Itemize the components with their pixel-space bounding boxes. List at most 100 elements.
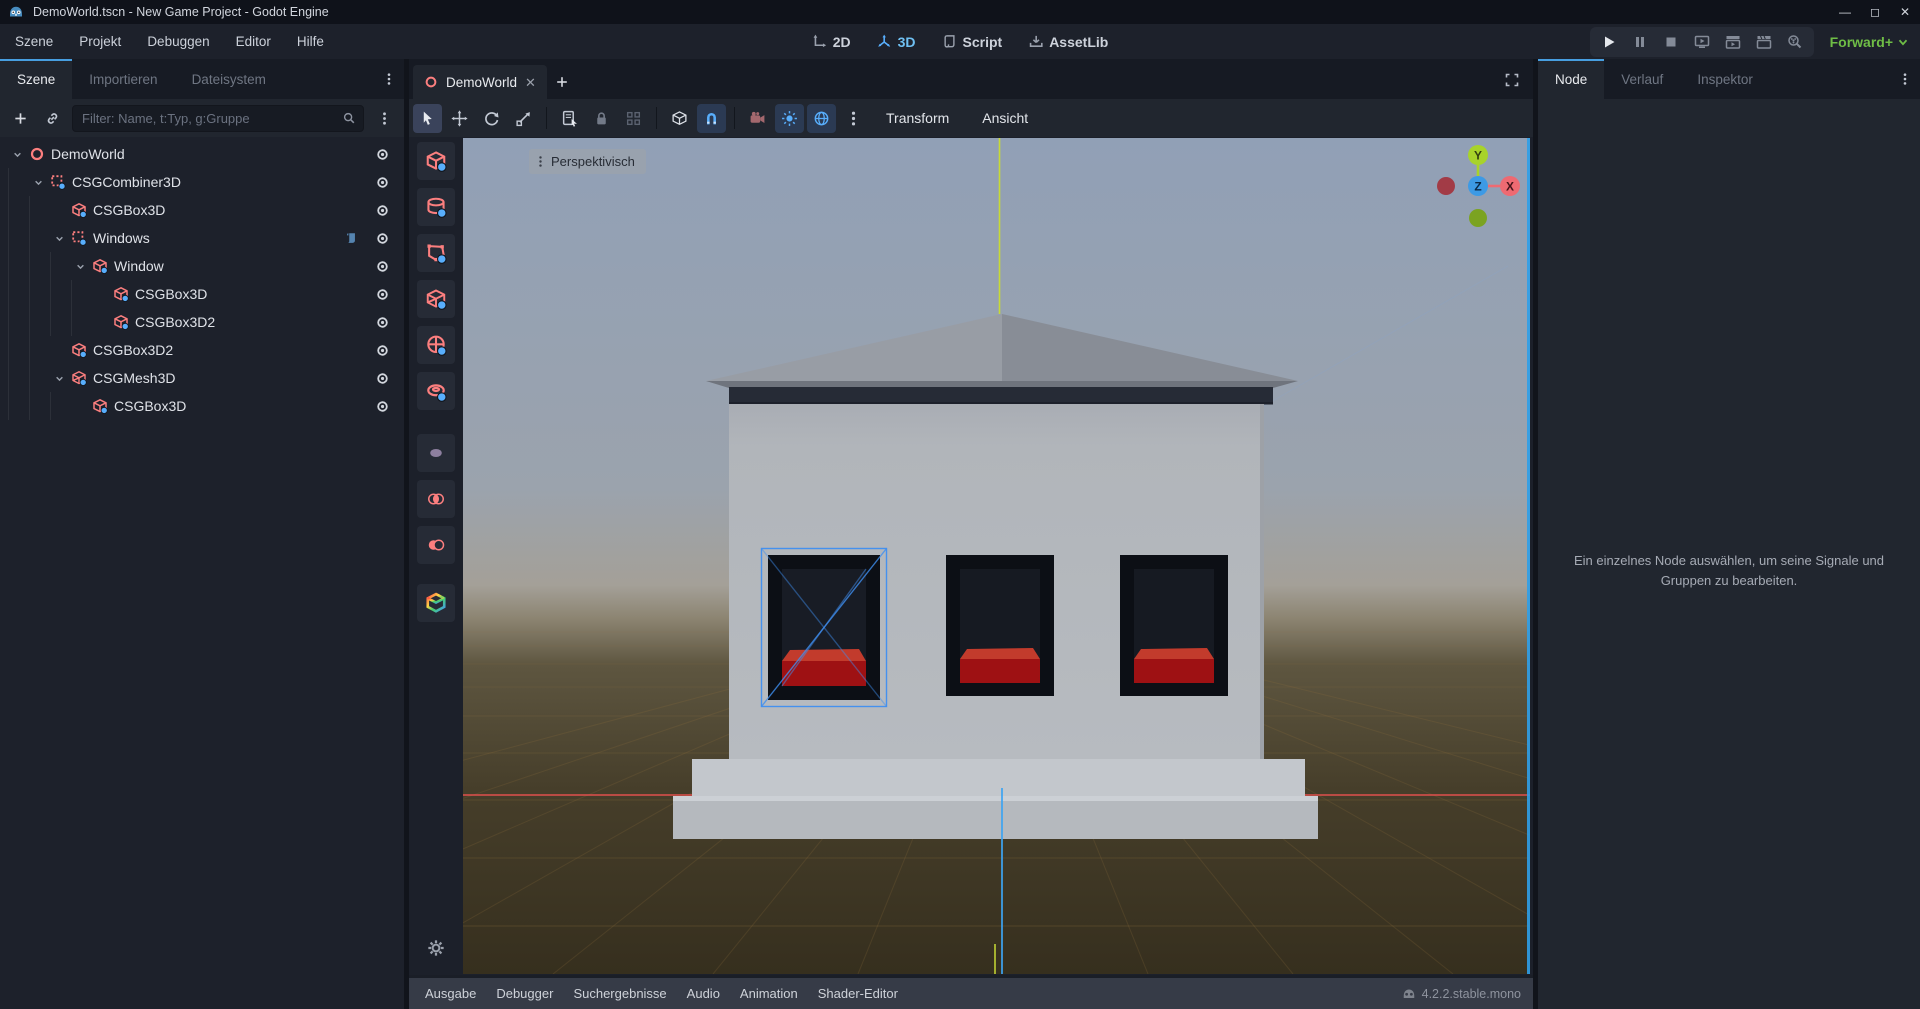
bottom-tab-debugger[interactable]: Debugger <box>486 986 563 1001</box>
filter-nodes-input[interactable] <box>80 110 336 127</box>
select-tool-button[interactable] <box>413 104 442 133</box>
tree-row-windows[interactable]: Windows <box>0 224 404 252</box>
workspace-tab-3d[interactable]: 3D <box>871 34 922 50</box>
viewport-menu-transform[interactable]: Transform <box>871 110 964 126</box>
csg-mesh-button[interactable] <box>417 280 455 318</box>
add-node-button[interactable] <box>8 106 32 130</box>
visibility-toggle[interactable] <box>372 256 392 276</box>
menu-projekt[interactable]: Projekt <box>66 34 134 49</box>
csg-polygon-button[interactable] <box>417 234 455 272</box>
scene-tab-demoworld[interactable]: DemoWorld ✕ <box>413 65 547 99</box>
new-scene-tab-button[interactable] <box>547 65 577 99</box>
tree-node-label: Window <box>114 258 164 274</box>
dock-tab-dateisystem[interactable]: Dateisystem <box>175 59 283 99</box>
tree-row-csgbox3d[interactable]: CSGBox3D <box>0 392 404 420</box>
visibility-toggle[interactable] <box>372 368 392 388</box>
expand-viewport-button[interactable] <box>1495 63 1529 97</box>
tree-node-label: CSGCombiner3D <box>72 174 181 190</box>
menu-debuggen[interactable]: Debuggen <box>134 34 222 49</box>
csg-cylinder-button[interactable] <box>417 188 455 226</box>
workspace-tab-2d[interactable]: 2D <box>806 34 857 50</box>
collapse-arrow-icon[interactable] <box>50 229 68 247</box>
visibility-toggle[interactable] <box>372 228 392 248</box>
settings-gear-button[interactable] <box>423 935 449 961</box>
play-scene-button[interactable] <box>1719 29 1747 55</box>
maximize-button[interactable]: ◻ <box>1860 0 1890 24</box>
collapse-arrow-icon[interactable] <box>50 369 68 387</box>
snap-toggle-button[interactable] <box>697 104 726 133</box>
csg-sphere-button[interactable] <box>417 326 455 364</box>
bottom-tab-suchergebnisse[interactable]: Suchergebnisse <box>563 986 676 1001</box>
menu-editor[interactable]: Editor <box>223 34 284 49</box>
group-tool-button[interactable] <box>619 104 648 133</box>
movie-maker-button[interactable] <box>1781 29 1809 55</box>
view-perspective-menu[interactable]: Perspektivisch <box>529 149 646 174</box>
tree-row-csgbox3d[interactable]: CSGBox3D <box>0 280 404 308</box>
dock-tab-node[interactable]: Node <box>1538 59 1604 99</box>
tree-row-demoworld[interactable]: DemoWorld <box>0 140 404 168</box>
scene-tree-menu-icon[interactable] <box>372 106 396 130</box>
collapse-arrow-icon[interactable] <box>8 145 26 163</box>
dock-tab-verlauf[interactable]: Verlauf <box>1604 59 1680 99</box>
list-select-tool-button[interactable] <box>555 104 584 133</box>
rotate-tool-button[interactable] <box>477 104 506 133</box>
tree-row-csgbox3d2[interactable]: CSGBox3D2 <box>0 308 404 336</box>
workspace-tab-script[interactable]: Script <box>936 34 1009 50</box>
collapse-arrow-icon[interactable] <box>71 257 89 275</box>
instance-scene-button[interactable] <box>40 106 64 130</box>
menu-szene[interactable]: Szene <box>2 34 66 49</box>
collapse-arrow-icon[interactable] <box>29 173 47 191</box>
tree-row-csgbox3d2[interactable]: CSGBox3D2 <box>0 336 404 364</box>
tree-row-csgbox3d[interactable]: CSGBox3D <box>0 196 404 224</box>
viewport-3d[interactable]: Y Z X Perspektivisch <box>463 138 1530 974</box>
minimize-button[interactable]: — <box>1830 0 1860 24</box>
close-icon[interactable]: ✕ <box>525 76 536 89</box>
viewport-menu-ansicht[interactable]: Ansicht <box>967 110 1043 126</box>
environment-toggle-button[interactable] <box>807 104 836 133</box>
play-custom-scene-button[interactable] <box>1750 29 1778 55</box>
bottom-tab-shader-editor[interactable]: Shader-Editor <box>808 986 908 1001</box>
menu-hilfe[interactable]: Hilfe <box>284 34 337 49</box>
rainbow-box-button[interactable] <box>417 584 455 622</box>
visibility-toggle[interactable] <box>372 396 392 416</box>
bottom-tab-ausgabe[interactable]: Ausgabe <box>415 986 486 1001</box>
tree-node-label: CSGBox3D <box>135 286 207 302</box>
visibility-toggle[interactable] <box>372 340 392 360</box>
tree-row-csgcombiner3d[interactable]: CSGCombiner3D <box>0 168 404 196</box>
script-attached-icon[interactable] <box>342 229 360 247</box>
op-intersect-button[interactable] <box>417 480 455 518</box>
visibility-toggle[interactable] <box>372 284 392 304</box>
pause-button[interactable] <box>1626 29 1654 55</box>
dock-tab-importieren[interactable]: Importieren <box>72 59 174 99</box>
extra-options-button[interactable] <box>839 104 868 133</box>
tree-row-window[interactable]: Window <box>0 252 404 280</box>
op-subtract-button[interactable] <box>417 526 455 564</box>
stop-button[interactable] <box>1657 29 1685 55</box>
visibility-toggle[interactable] <box>372 172 392 192</box>
play-button[interactable] <box>1595 29 1623 55</box>
op-union-button[interactable] <box>417 434 455 472</box>
bottom-tab-animation[interactable]: Animation <box>730 986 808 1001</box>
dock-menu-icon[interactable] <box>1894 59 1916 99</box>
visibility-toggle[interactable] <box>372 144 392 164</box>
renderer-select[interactable]: Forward+ <box>1830 34 1910 50</box>
lock-tool-button[interactable] <box>587 104 616 133</box>
scale-tool-button[interactable] <box>509 104 538 133</box>
csg-torus-button[interactable] <box>417 372 455 410</box>
dock-menu-icon[interactable] <box>378 59 400 99</box>
camera-preview-button[interactable] <box>743 104 772 133</box>
visibility-toggle[interactable] <box>372 200 392 220</box>
dock-tab-szene[interactable]: Szene <box>0 59 72 99</box>
workspace-tab-assetlib[interactable]: AssetLib <box>1022 34 1114 50</box>
visibility-toggle[interactable] <box>372 312 392 332</box>
bottom-tab-audio[interactable]: Audio <box>677 986 730 1001</box>
csg-box-button[interactable] <box>417 142 455 180</box>
play-remote-button[interactable] <box>1688 29 1716 55</box>
dock-tab-inspektor[interactable]: Inspektor <box>1680 59 1770 99</box>
sun-toggle-button[interactable] <box>775 104 804 133</box>
right-dock-tabs: NodeVerlaufInspektor <box>1538 59 1770 99</box>
close-button[interactable]: ✕ <box>1890 0 1920 24</box>
move-tool-button[interactable] <box>445 104 474 133</box>
tree-row-csgmesh3d[interactable]: CSGMesh3D <box>0 364 404 392</box>
local-space-toggle-button[interactable] <box>665 104 694 133</box>
